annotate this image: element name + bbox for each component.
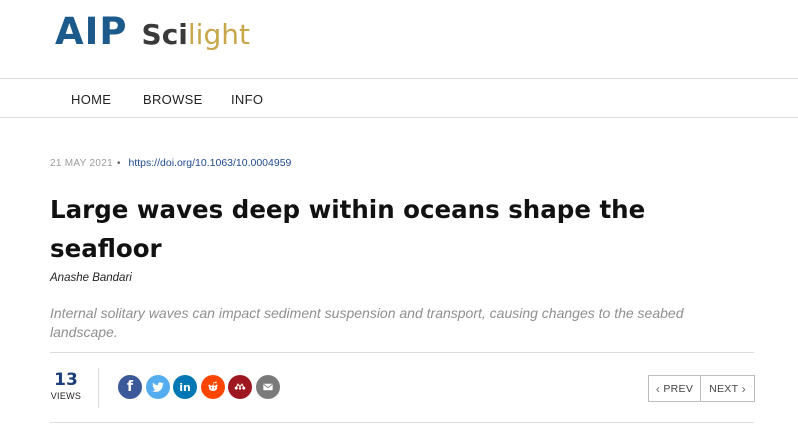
aip-scilight-logo[interactable]: AIP Sci light bbox=[55, 10, 250, 53]
article-title: Large waves deep within oceans shape the… bbox=[50, 195, 646, 263]
vertical-divider bbox=[98, 368, 99, 408]
nav-item-info[interactable]: INFO bbox=[231, 92, 263, 107]
mendeley-icon bbox=[234, 383, 246, 390]
views-counter: 13 VIEWS bbox=[50, 371, 82, 401]
next-button[interactable]: NEXT › bbox=[701, 375, 755, 402]
reddit-icon bbox=[207, 381, 218, 391]
envelope-icon bbox=[262, 383, 273, 391]
next-label: NEXT bbox=[709, 382, 739, 395]
main-nav: HOME BROWSE INFO bbox=[0, 80, 798, 118]
share-reddit-button[interactable] bbox=[200, 375, 225, 399]
meta-separator: • bbox=[116, 157, 121, 169]
publish-date: 21 MAY 2021 bbox=[50, 157, 113, 169]
linkedin-icon: in bbox=[179, 380, 191, 394]
nav-item-home[interactable]: HOME bbox=[71, 92, 111, 107]
share-linkedin-button[interactable]: in bbox=[173, 375, 197, 399]
doi-link[interactable]: https://doi.org/10.1063/10.0004959 bbox=[129, 157, 292, 169]
share-bar: f in bbox=[118, 375, 283, 399]
twitter-icon bbox=[151, 382, 164, 392]
divider-top bbox=[50, 352, 754, 353]
logo-product-light: light bbox=[187, 18, 250, 51]
prev-button[interactable]: ‹ PREV bbox=[648, 375, 701, 402]
logo-brand: AIP bbox=[55, 10, 128, 53]
prev-label: PREV bbox=[663, 382, 694, 395]
article-pager: ‹ PREV NEXT › bbox=[648, 375, 755, 402]
site-header: AIP Sci light bbox=[0, 0, 798, 79]
article-summary: Internal solitary waves can impact sedim… bbox=[50, 305, 684, 340]
chevron-left-icon: ‹ bbox=[655, 381, 661, 396]
share-facebook-button[interactable]: f bbox=[118, 375, 142, 399]
share-twitter-button[interactable] bbox=[145, 375, 170, 399]
views-count: 13 bbox=[54, 370, 78, 390]
facebook-icon: f bbox=[126, 379, 134, 395]
share-email-button[interactable] bbox=[255, 375, 280, 399]
chevron-right-icon: › bbox=[741, 381, 746, 396]
article-meta: 21 MAY 2021 • https://doi.org/10.1063/10… bbox=[50, 157, 291, 169]
share-mendeley-button[interactable] bbox=[228, 375, 252, 399]
article-author[interactable]: Anashe Bandari bbox=[50, 272, 132, 284]
logo-product-bold: Sci bbox=[141, 18, 188, 51]
nav-item-browse[interactable]: BROWSE bbox=[143, 92, 203, 107]
views-label: VIEWS bbox=[50, 391, 82, 401]
divider-bottom bbox=[50, 422, 754, 423]
